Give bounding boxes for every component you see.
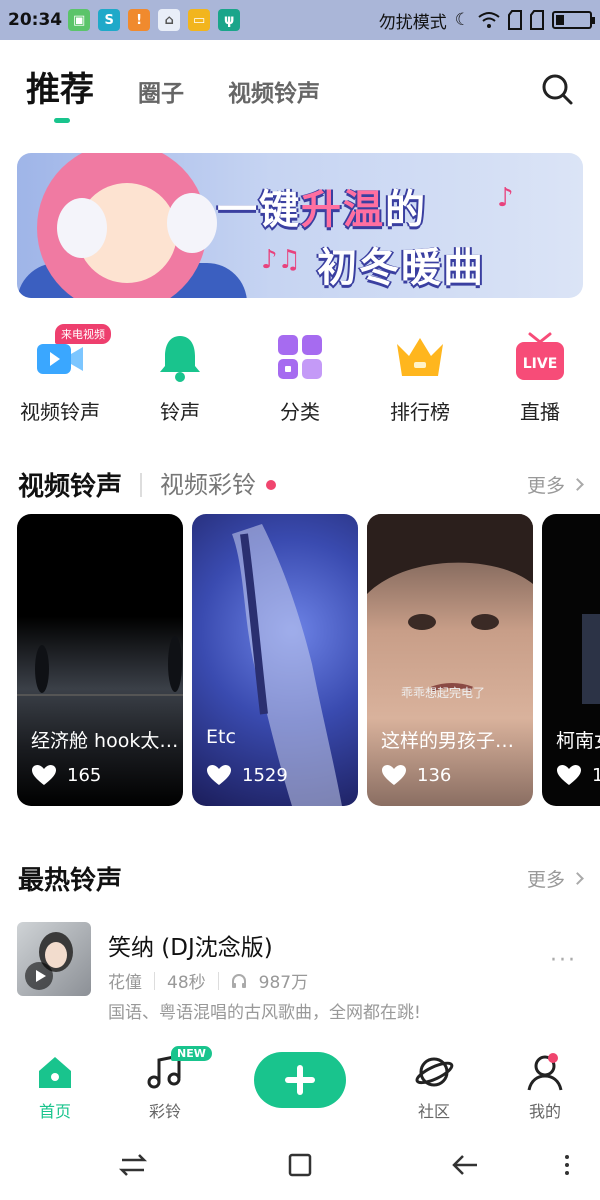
section-title: 最热铃声 <box>18 866 123 896</box>
tab-recommend[interactable]: 推荐 <box>26 62 94 123</box>
grid-icon <box>273 330 327 384</box>
chevron-right-icon <box>571 872 584 885</box>
song-title: 笑纳 (DJ沈念版) <box>108 935 273 961</box>
tab-video-ringtone[interactable]: 视频铃声 <box>228 74 320 108</box>
nav-community[interactable]: 社区 <box>394 1052 474 1122</box>
heart-icon <box>32 765 56 785</box>
nav-profile[interactable]: 我的 <box>505 1052 585 1122</box>
video-overlay-text: 乖乖想起完电了 <box>401 686 486 700</box>
bell-icon <box>153 330 207 384</box>
heart-icon <box>382 765 406 785</box>
do-not-disturb-label: 勿扰模式 <box>378 12 447 33</box>
heart-icon <box>207 765 231 785</box>
planet-icon <box>414 1052 454 1092</box>
hot-section-header: 最热铃声 更多 <box>18 860 584 897</box>
video-card[interactable]: 乖乖想起完电了 这样的男孩子，… 136 <box>367 514 533 806</box>
banner-headline: 一键升温的 <box>217 187 427 233</box>
moon-icon: ☾ <box>454 10 470 30</box>
video-card[interactable]: 柯南女 1 <box>542 514 600 806</box>
system-nav-bar <box>0 1130 600 1200</box>
song-plays: 987万 <box>258 973 309 993</box>
video-card-list: 经济舱 hook太… 165 Etc 1529 乖乖想起完电了 这样的男孩子，…… <box>17 514 600 808</box>
chevron-right-icon <box>571 478 584 491</box>
new-dot <box>266 479 277 490</box>
list-item[interactable]: 笑纳 (DJ沈念版) 花僮 48秒 987万 国语、粤语混唱的古风歌曲，全网都在… <box>17 922 583 1023</box>
category-ranking[interactable]: 排行榜 <box>365 330 475 425</box>
song-meta: 花僮 48秒 987万 <box>108 968 308 993</box>
crown-icon <box>393 330 447 384</box>
battery-icon <box>552 11 595 29</box>
music-note-icon: ♪♫ <box>261 245 301 275</box>
song-description: 国语、粤语混唱的古风歌曲，全网都在跳! <box>108 1003 421 1023</box>
category-video-ringtone[interactable]: 来电视频 视频铃声 <box>5 324 115 425</box>
more-link[interactable]: 更多 <box>527 865 584 892</box>
status-bar: 20:34 ▣ S ! ⌂ ▭ ψ 勿扰模式 ☾ <box>0 0 600 40</box>
search-icon[interactable] <box>540 72 574 106</box>
live-tv-icon: LIVE <box>513 330 567 384</box>
heart-icon <box>557 765 581 785</box>
create-button[interactable] <box>254 1052 346 1108</box>
warning-icon: ! <box>128 9 151 31</box>
brush-icon: ⌂ <box>158 9 181 31</box>
category-ringtone[interactable]: 铃声 <box>125 330 235 425</box>
video-card[interactable]: Etc 1529 <box>192 514 358 806</box>
video-icon: 来电视频 <box>33 324 111 384</box>
nav-caller-ringtone[interactable]: NEW 彩铃 <box>125 1046 212 1122</box>
usb-icon: ψ <box>218 9 241 31</box>
status-time: 20:34 <box>8 10 63 30</box>
sim-icon <box>530 10 544 30</box>
more-options-icon[interactable]: ··· <box>550 948 577 973</box>
home-key-icon[interactable] <box>283 1148 317 1182</box>
sim-icon <box>508 10 522 30</box>
section-title[interactable]: 视频铃声 <box>18 466 122 503</box>
video-section-header: 视频铃声 视频彩铃 更多 <box>18 466 584 503</box>
category-row: 来电视频 视频铃声 铃声 分类 排行榜 LIVE 直播 <box>0 324 600 425</box>
song-duration: 48秒 <box>167 973 206 993</box>
bottom-nav: 首页 NEW 彩铃 社区 我的 <box>0 1040 600 1130</box>
app-notification-icon: ▣ <box>68 9 91 31</box>
song-thumbnail <box>17 922 91 996</box>
more-link[interactable]: 更多 <box>527 471 584 498</box>
wifi-icon <box>478 12 500 28</box>
music-note-icon: NEW <box>145 1046 212 1092</box>
category-classify[interactable]: 分类 <box>245 330 355 425</box>
back-icon[interactable] <box>449 1148 483 1182</box>
music-note-icon: ♪ <box>497 183 514 213</box>
video-card[interactable]: 经济舱 hook太… 165 <box>17 514 183 806</box>
category-live[interactable]: LIVE 直播 <box>485 330 595 425</box>
home-icon <box>35 1052 75 1092</box>
song-artist: 花僮 <box>108 973 142 993</box>
tab-circle[interactable]: 圈子 <box>138 74 184 108</box>
switch-apps-icon[interactable] <box>116 1148 150 1182</box>
section-subtab[interactable]: 视频彩铃 <box>140 472 256 497</box>
headphones-icon <box>231 973 246 988</box>
new-badge: NEW <box>171 1046 212 1061</box>
menu-icon[interactable] <box>550 1148 584 1182</box>
app-notification-icon: S <box>98 9 121 31</box>
promo-banner[interactable]: 一键升温的 ♪ ♪♫ 初冬暖曲 <box>17 153 583 298</box>
play-icon[interactable] <box>25 962 53 990</box>
folder-icon: ▭ <box>188 9 211 31</box>
category-badge: 来电视频 <box>55 324 111 344</box>
nav-home[interactable]: 首页 <box>15 1052 95 1122</box>
svg-text:LIVE: LIVE <box>523 356 558 372</box>
user-icon <box>525 1052 565 1092</box>
top-tabs: 推荐 圈子 视频铃声 <box>26 62 320 123</box>
banner-subheadline: 初冬暖曲 <box>317 245 485 291</box>
